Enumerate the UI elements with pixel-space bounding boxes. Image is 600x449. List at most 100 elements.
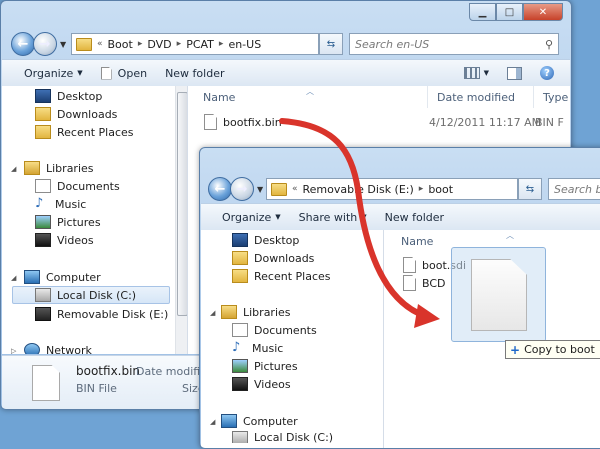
downloads-icon [232,251,248,265]
file-type: BIN F [535,115,564,129]
libraries-icon [221,305,237,319]
nav-local-disk-c[interactable]: Local Disk (C:) [12,286,170,304]
file-icon [403,275,416,291]
maximize-button[interactable]: □ [496,3,523,21]
breadcrumb-boot[interactable]: Boot [108,38,133,51]
back-icon[interactable]: ← [208,177,232,201]
expand-libraries-icon[interactable]: ◢ [11,165,19,173]
nav-recent-places[interactable]: Recent Places [232,267,331,285]
nav-videos[interactable]: Videos [35,231,94,249]
libraries-icon [24,161,40,175]
column-header-name[interactable]: Name [194,86,428,108]
local-disk-icon [35,288,51,302]
drag-ghost [451,247,546,342]
nav-scrollbar[interactable] [175,86,187,354]
help-icon: ? [540,66,554,80]
preview-pane-button[interactable] [498,66,531,80]
recent-places-icon [35,125,51,139]
nav-downloads[interactable]: Downloads [232,249,314,267]
expand-computer-icon[interactable]: ◢ [210,418,218,426]
refresh-icon[interactable]: ⇆ [518,178,542,200]
nav-music[interactable]: ♪ Music [232,339,283,357]
nav-downloads[interactable]: Downloads [35,105,117,123]
close-button[interactable]: ✕ [523,3,563,21]
nav-libraries[interactable]: Libraries [24,159,94,177]
address-bar[interactable]: « Boot ▸ DVD ▸ PCAT ▸ en-US [71,33,319,55]
nav-computer[interactable]: Computer [24,268,101,286]
file-name: BCD [422,276,446,290]
expand-network-icon[interactable]: ▷ [11,347,19,354]
file-row[interactable]: bootfix.bin [204,113,282,131]
breadcrumb-pcat[interactable]: PCAT [186,38,214,51]
nav-network[interactable]: Network [24,341,92,354]
help-button[interactable]: ? [531,66,570,80]
drag-tooltip: + Copy to boot [505,340,600,359]
view-icon [463,67,480,79]
new-folder-button[interactable]: New folder [156,67,233,80]
folder-icon [271,182,287,196]
nav-computer[interactable]: Computer [221,412,298,430]
forward-icon[interactable]: → [230,177,254,201]
refresh-icon[interactable]: ⇆ [319,33,343,55]
breadcrumb-en-us[interactable]: en-US [228,38,261,51]
computer-icon [221,414,237,428]
nav-videos[interactable]: Videos [232,375,291,393]
pictures-icon [232,359,248,373]
file-row-bcd[interactable]: BCD [403,274,446,292]
search-input[interactable]: Search en-US ⚲ [349,33,559,55]
pictures-icon [35,215,51,229]
breadcrumb-dvd[interactable]: DVD [147,38,171,51]
organize-button[interactable]: Organize ▼ [2,67,92,80]
breadcrumb-removable-disk[interactable]: Removable Disk (E:) [303,183,414,196]
nav-libraries[interactable]: Libraries [221,303,291,321]
file-icon [471,259,527,331]
navigation-buttons: ← → ▼ [11,32,66,56]
removable-disk-icon [35,307,51,321]
column-header-date-modified[interactable]: Date modified [428,86,534,108]
column-header-type[interactable]: Type [534,86,570,108]
nav-scrollbar-thumb[interactable] [177,92,187,316]
recent-pages-dropdown[interactable]: ▼ [60,40,66,49]
nav-removable-disk-e[interactable]: Removable Disk (E:) [35,305,168,323]
forward-icon[interactable]: → [33,32,57,56]
new-folder-button[interactable]: New folder [376,211,453,224]
nav-pictures[interactable]: Pictures [232,357,298,375]
navigation-pane: Desktop Downloads Recent Places ◢ Librar… [201,230,384,448]
file-icon [204,114,217,130]
open-button[interactable]: Open [92,66,156,80]
address-bar[interactable]: « Removable Disk (E:) ▸ boot [266,178,518,200]
navigation-pane: Desktop Downloads Recent Places ◢ Librar… [2,86,188,354]
breadcrumb-boot[interactable]: boot [428,183,453,196]
recent-places-icon [232,269,248,283]
search-input[interactable]: Search boot [548,178,600,200]
minimize-button[interactable]: ▁ [469,3,496,21]
file-icon [100,66,112,80]
nav-desktop[interactable]: Desktop [35,87,102,105]
computer-icon [24,270,40,284]
file-name: bootfix.bin [223,115,282,129]
nav-pictures[interactable]: Pictures [35,213,101,231]
back-icon[interactable]: ← [11,32,35,56]
nav-documents[interactable]: Documents [35,177,120,195]
share-with-button[interactable]: Share with ▼ [290,211,376,224]
details-file-type: BIN File [76,382,117,395]
preview-pane-icon [507,66,522,80]
navigation-buttons: ← → ▼ [208,177,263,201]
recent-pages-dropdown[interactable]: ▼ [257,185,263,194]
file-icon [403,257,416,273]
nav-music[interactable]: ♪ Music [35,195,86,213]
folder-icon [76,37,92,51]
expand-libraries-icon[interactable]: ◢ [210,309,218,317]
details-file-name: bootfix.bin [76,364,141,378]
expand-computer-icon[interactable]: ◢ [11,274,19,282]
nav-desktop[interactable]: Desktop [232,231,299,249]
downloads-icon [35,107,51,121]
desktop-icon [232,233,248,247]
network-icon [24,343,40,354]
nav-recent-places[interactable]: Recent Places [35,123,134,141]
nav-documents[interactable]: Documents [232,321,317,339]
window-caption-buttons: ▁ □ ✕ [469,3,563,21]
organize-button[interactable]: Organize ▼ [201,211,290,224]
change-view-button[interactable]: ▼ [455,67,498,79]
nav-local-disk-c[interactable]: Local Disk (C:) [232,431,333,443]
